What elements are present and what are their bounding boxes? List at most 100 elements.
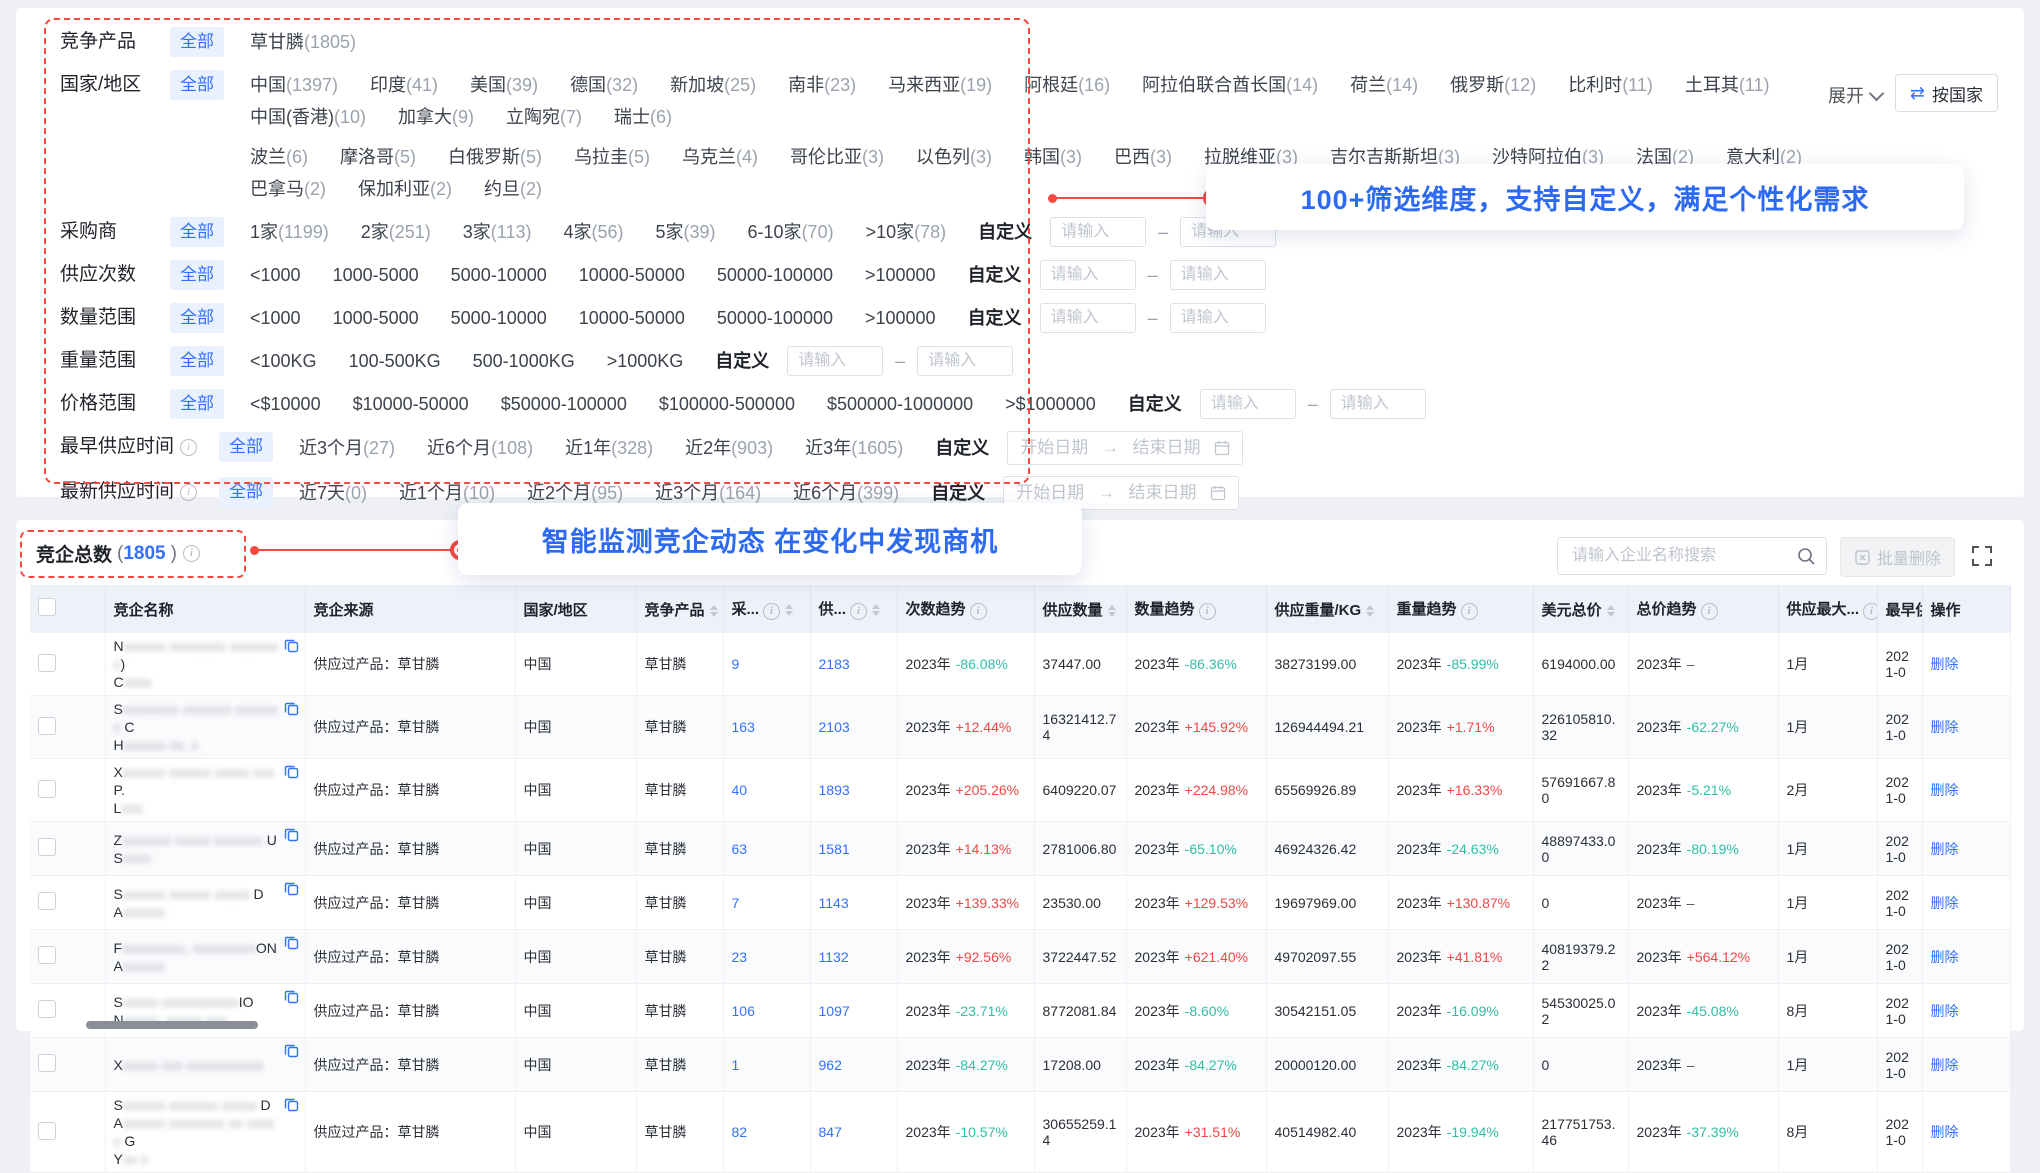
- copy-icon[interactable]: [284, 638, 299, 653]
- filter-option[interactable]: <$10000: [250, 388, 321, 420]
- supply-times-value[interactable]: 1893: [819, 782, 850, 798]
- buyers-count-value[interactable]: 9: [732, 656, 740, 672]
- filter-option[interactable]: 近7天(0): [299, 477, 367, 509]
- batch-delete-button[interactable]: 批量删除: [1840, 537, 1955, 577]
- filter-option[interactable]: 巴拿马(2): [250, 173, 326, 205]
- filter-all-chip[interactable]: 全部: [170, 217, 224, 247]
- filter-option[interactable]: >$1000000: [1005, 388, 1096, 420]
- filter-option[interactable]: $100000-500000: [659, 388, 795, 420]
- row-checkbox[interactable]: [38, 946, 56, 964]
- copy-icon[interactable]: [284, 1043, 299, 1058]
- custom-label[interactable]: 自定义: [968, 302, 1022, 334]
- filter-option[interactable]: 10000-50000: [579, 302, 685, 334]
- filter-option[interactable]: >100000: [865, 259, 936, 291]
- info-icon[interactable]: i: [763, 603, 780, 620]
- filter-option[interactable]: 50000-100000: [717, 259, 833, 291]
- supply-times-value[interactable]: 962: [819, 1057, 842, 1073]
- filter-option[interactable]: 波兰(6): [250, 141, 308, 173]
- custom-min-input[interactable]: [787, 346, 883, 376]
- info-icon[interactable]: i: [183, 545, 200, 562]
- filter-option[interactable]: <100KG: [250, 345, 317, 377]
- filter-all-chip[interactable]: 全部: [219, 477, 273, 507]
- row-checkbox[interactable]: [38, 892, 56, 910]
- copy-icon[interactable]: [284, 701, 299, 716]
- filter-option[interactable]: 德国(32): [570, 69, 638, 101]
- copy-icon[interactable]: [284, 827, 299, 842]
- filter-option[interactable]: 中国(1397): [250, 69, 338, 101]
- buyers-count-value[interactable]: 82: [732, 1124, 748, 1140]
- filter-option[interactable]: 比利时(11): [1568, 69, 1653, 101]
- supply-times-value[interactable]: 847: [819, 1124, 842, 1140]
- custom-max-input[interactable]: [1170, 260, 1266, 290]
- info-icon[interactable]: i: [1863, 603, 1877, 620]
- buyers-count-value[interactable]: 106: [732, 1003, 755, 1019]
- filter-option[interactable]: 印度(41): [370, 69, 438, 101]
- custom-label[interactable]: 自定义: [935, 432, 989, 464]
- row-checkbox[interactable]: [38, 654, 56, 672]
- filter-option[interactable]: 荷兰(14): [1350, 69, 1418, 101]
- buyers-count-value[interactable]: 163: [732, 719, 755, 735]
- filter-option[interactable]: 立陶宛(7): [506, 101, 582, 133]
- filter-option[interactable]: 巴西(3): [1114, 141, 1172, 173]
- filter-option[interactable]: 乌拉圭(5): [574, 141, 650, 173]
- filter-option[interactable]: 摩洛哥(5): [340, 141, 416, 173]
- custom-label[interactable]: 自定义: [968, 259, 1022, 291]
- search-input[interactable]: [1570, 546, 1796, 566]
- horizontal-scrollbar-thumb[interactable]: [86, 1021, 258, 1029]
- supply-times-value[interactable]: 1097: [819, 1003, 850, 1019]
- filter-option[interactable]: <1000: [250, 259, 301, 291]
- filter-option[interactable]: 3家(113): [463, 216, 532, 248]
- copy-icon[interactable]: [284, 935, 299, 950]
- delete-link[interactable]: 删除: [1931, 1124, 1959, 1140]
- row-checkbox[interactable]: [38, 717, 56, 735]
- row-checkbox[interactable]: [38, 1122, 56, 1140]
- filter-option[interactable]: 土耳其(11): [1685, 69, 1770, 101]
- custom-label[interactable]: 自定义: [978, 216, 1032, 248]
- filter-option[interactable]: 1000-5000: [333, 302, 419, 334]
- info-icon[interactable]: i: [970, 603, 987, 620]
- filter-option[interactable]: 6-10家(70): [748, 216, 834, 248]
- filter-option[interactable]: 近1年(328): [565, 432, 653, 464]
- custom-min-input[interactable]: [1040, 260, 1136, 290]
- filter-all-chip[interactable]: 全部: [170, 346, 224, 376]
- filter-option[interactable]: 保加利亚(2): [358, 173, 452, 205]
- supply-times-value[interactable]: 1132: [819, 949, 849, 965]
- filter-option[interactable]: 中国(香港)(10): [250, 101, 366, 133]
- copy-icon[interactable]: [284, 1097, 299, 1112]
- sort-icon[interactable]: [872, 604, 880, 616]
- delete-link[interactable]: 删除: [1931, 719, 1959, 735]
- info-icon[interactable]: i: [1461, 603, 1478, 620]
- row-checkbox[interactable]: [38, 1054, 56, 1072]
- buyers-count-value[interactable]: 40: [732, 782, 748, 798]
- search-icon[interactable]: [1796, 546, 1816, 566]
- supply-times-value[interactable]: 2103: [819, 719, 850, 735]
- filter-option[interactable]: 1家(1199): [250, 216, 329, 248]
- filter-all-chip[interactable]: 全部: [170, 303, 224, 333]
- custom-min-input[interactable]: [1040, 303, 1136, 333]
- row-checkbox[interactable]: [38, 1000, 56, 1018]
- delete-link[interactable]: 删除: [1931, 1003, 1959, 1019]
- filter-option[interactable]: 近2年(903): [685, 432, 773, 464]
- sort-icon[interactable]: [710, 605, 718, 617]
- sort-icon[interactable]: [1607, 605, 1615, 617]
- custom-max-input[interactable]: [917, 346, 1013, 376]
- filter-all-chip[interactable]: 全部: [170, 27, 224, 57]
- fullscreen-icon[interactable]: [1970, 544, 1994, 568]
- custom-min-input[interactable]: [1200, 389, 1296, 419]
- filter-option[interactable]: 约旦(2): [484, 173, 542, 205]
- filter-all-chip[interactable]: 全部: [170, 389, 224, 419]
- filter-all-chip[interactable]: 全部: [219, 432, 273, 462]
- custom-min-input[interactable]: [1050, 217, 1146, 247]
- supply-times-value[interactable]: 1143: [819, 895, 849, 911]
- filter-option[interactable]: 500-1000KG: [473, 345, 575, 377]
- by-country-button[interactable]: ⇄ 按国家: [1895, 74, 1998, 112]
- buyers-count-value[interactable]: 7: [732, 895, 740, 911]
- filter-option[interactable]: 韩国(3): [1024, 141, 1082, 173]
- supply-times-value[interactable]: 1581: [819, 841, 850, 857]
- filter-option[interactable]: 乌克兰(4): [682, 141, 758, 173]
- filter-option[interactable]: 以色列(3): [916, 141, 992, 173]
- expand-control[interactable]: 展开: [1828, 82, 1882, 108]
- filter-option[interactable]: 1000-5000: [333, 259, 419, 291]
- filter-option[interactable]: 美国(39): [470, 69, 538, 101]
- sort-icon[interactable]: [785, 604, 793, 616]
